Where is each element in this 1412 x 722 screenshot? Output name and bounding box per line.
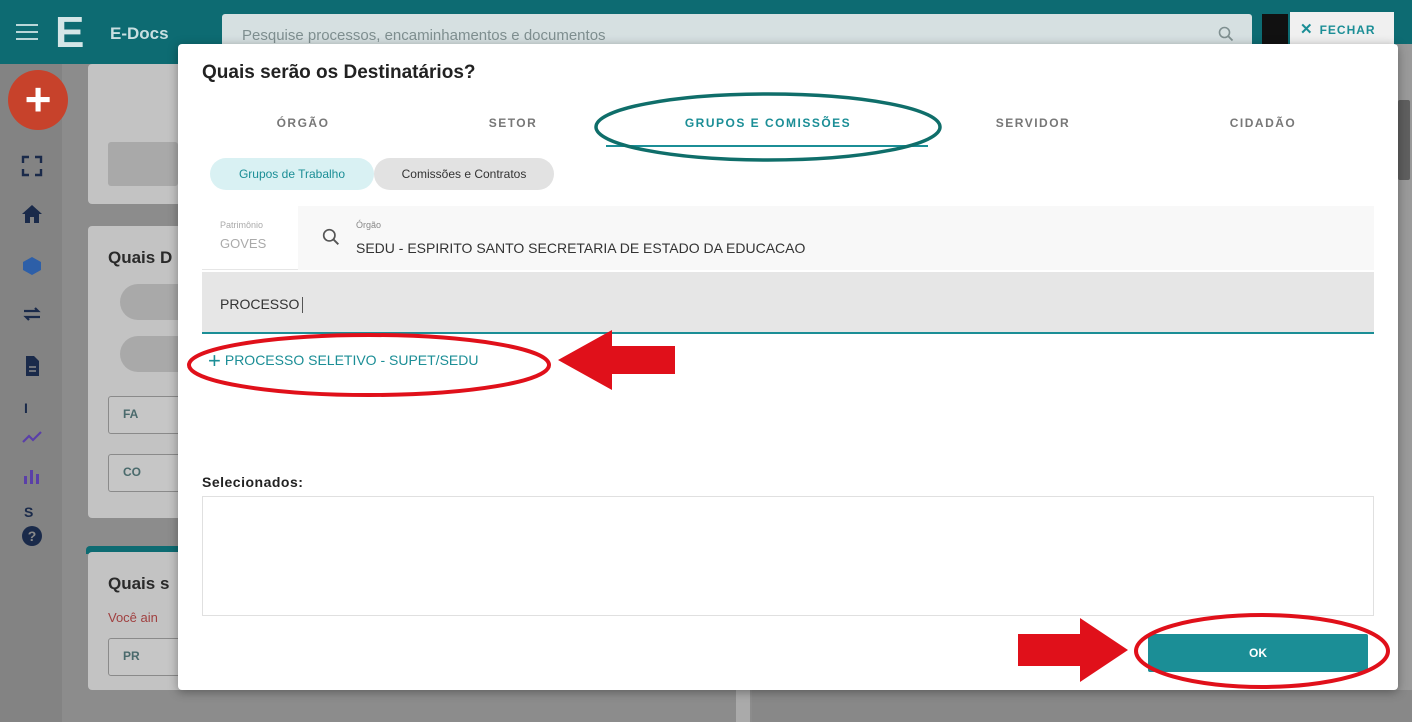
bg-panel-1 bbox=[88, 64, 188, 204]
close-label: FECHAR bbox=[1319, 23, 1376, 37]
splitter[interactable] bbox=[736, 690, 750, 722]
bg-section-title-2: Quais s bbox=[108, 574, 170, 593]
group-search-input[interactable]: PROCESSO bbox=[202, 272, 1374, 334]
chip-comissoes-e-contratos[interactable]: Comissões e Contratos bbox=[374, 158, 554, 190]
tab-cidadao[interactable]: CIDADÃO bbox=[1198, 116, 1328, 130]
tab-orgao[interactable]: ÓRGÃO bbox=[238, 116, 368, 130]
bg-section-title: Quais D bbox=[108, 248, 173, 267]
logo-letter: E bbox=[55, 8, 85, 57]
result-label: PROCESSO SELETIVO - SUPET/SEDU bbox=[224, 352, 479, 368]
rail-letter-s: S bbox=[24, 504, 34, 520]
text-caret bbox=[302, 297, 304, 314]
rail-letter-i: I bbox=[24, 400, 28, 416]
bg-search-button: PR bbox=[108, 638, 188, 676]
left-rail: I S ? bbox=[0, 64, 62, 722]
orgao-label: Órgão bbox=[356, 220, 382, 230]
dialog-title: Quais serão os Destinatários? bbox=[202, 62, 476, 83]
orgao-field[interactable]: Órgão SEDU - ESPIRITO SANTO SECRETARIA D… bbox=[298, 206, 1374, 270]
group-search-text: PROCESSO bbox=[220, 296, 300, 312]
search-result-item[interactable]: + PROCESSO SELETIVO - SUPET/SEDU bbox=[208, 348, 478, 374]
help-icon[interactable]: ? bbox=[20, 524, 44, 548]
home-icon[interactable] bbox=[20, 202, 44, 226]
group-search-value: PROCESSO bbox=[220, 296, 304, 314]
patrimonio-label: Patrimônio bbox=[220, 220, 264, 230]
bg-panel-3: Quais s Você ain PR bbox=[88, 552, 188, 690]
close-button[interactable]: ✕ FECHAR bbox=[1290, 12, 1394, 46]
avatar[interactable] bbox=[1262, 14, 1288, 44]
bg-chip bbox=[108, 142, 178, 186]
tab-servidor[interactable]: SERVIDOR bbox=[968, 116, 1098, 130]
tab-setor[interactable]: SETOR bbox=[448, 116, 578, 130]
recipient-tabs: ÓRGÃO SETOR GRUPOS E COMISSÕES SERVIDOR … bbox=[178, 104, 1398, 148]
svg-text:?: ? bbox=[28, 528, 37, 544]
active-tab-indicator bbox=[606, 145, 928, 147]
bg-upload-button: FA bbox=[108, 396, 188, 434]
bar-chart-icon[interactable] bbox=[20, 464, 44, 488]
swap-arrows-icon[interactable] bbox=[20, 302, 44, 326]
search-icon[interactable] bbox=[1218, 26, 1234, 42]
orgao-value: SEDU - ESPIRITO SANTO SECRETARIA DE ESTA… bbox=[356, 240, 806, 256]
patrimonio-value: GOVES bbox=[220, 236, 267, 251]
expand-icon[interactable] bbox=[20, 154, 44, 178]
app-name: E-Docs bbox=[110, 24, 169, 43]
chip-grupos-de-trabalho[interactable]: Grupos de Trabalho bbox=[210, 158, 374, 190]
menu-icon[interactable] bbox=[16, 24, 38, 40]
bg-panel-2: Quais D FA CO bbox=[88, 226, 188, 518]
tab-grupos-comissoes[interactable]: GRUPOS E COMISSÕES bbox=[618, 116, 918, 130]
app-logo: E bbox=[55, 10, 101, 56]
close-icon: ✕ bbox=[1300, 21, 1314, 38]
add-icon: + bbox=[208, 348, 221, 373]
bg-right-area bbox=[752, 690, 1412, 722]
ok-button[interactable]: OK bbox=[1148, 634, 1368, 672]
recipients-dialog: Quais serão os Destinatários? ÓRGÃO SETO… bbox=[178, 44, 1398, 690]
box-icon[interactable] bbox=[20, 254, 44, 278]
trending-icon[interactable] bbox=[20, 424, 44, 448]
document-icon[interactable] bbox=[20, 354, 44, 378]
scrollbar-thumb[interactable] bbox=[1398, 100, 1410, 180]
selected-list bbox=[202, 496, 1374, 616]
global-search-placeholder: Pesquise processos, encaminhamentos e do… bbox=[242, 27, 606, 44]
selected-label: Selecionados: bbox=[202, 474, 304, 490]
bg-copy-button: CO bbox=[108, 454, 188, 492]
search-icon bbox=[322, 228, 339, 245]
add-button[interactable]: + bbox=[8, 70, 68, 130]
bg-warning-text: Você ain bbox=[108, 610, 158, 625]
organization-row: Patrimônio GOVES Órgão SEDU - ESPIRITO S… bbox=[202, 206, 1374, 270]
